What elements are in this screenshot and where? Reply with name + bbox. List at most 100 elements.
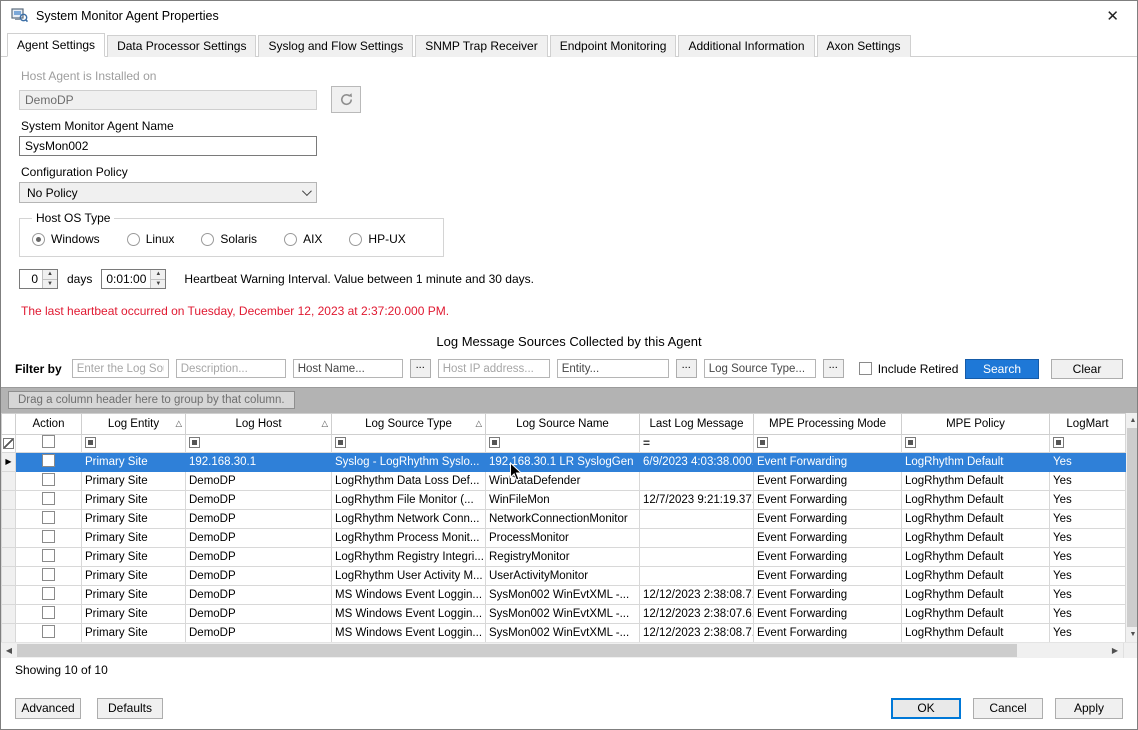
spin-down-icon[interactable]: ▼ [43, 280, 57, 289]
horizontal-scroll-track[interactable] [1017, 643, 1107, 658]
tab-endpoint-monitoring[interactable]: Endpoint Monitoring [550, 35, 677, 57]
row-checkbox[interactable] [42, 568, 55, 581]
radio-option-windows[interactable]: Windows [32, 232, 100, 246]
row-checkbox[interactable] [42, 549, 55, 562]
spin-up-icon[interactable]: ▲ [151, 270, 165, 280]
tab-data-processor-settings[interactable]: Data Processor Settings [107, 35, 256, 57]
include-retired-checkbox[interactable] [859, 362, 872, 375]
table-row[interactable]: Primary SiteDemoDPMS Windows Event Loggi… [2, 623, 1126, 642]
cancel-button[interactable]: Cancel [973, 698, 1043, 719]
table-row[interactable]: Primary SiteDemoDPLogRhythm Registry Int… [2, 547, 1126, 566]
vertical-scroll-thumb[interactable] [1127, 428, 1137, 627]
radio-option-solaris[interactable]: Solaris [201, 232, 257, 246]
row-checkbox[interactable] [42, 511, 55, 524]
entity-filter-input[interactable] [557, 359, 669, 378]
column-header-log-source-name[interactable]: Log Source Name [486, 413, 640, 434]
filter-cell-last-log-message[interactable]: = [640, 434, 754, 452]
description-filter-input[interactable] [176, 359, 286, 378]
clear-button[interactable]: Clear [1051, 359, 1123, 379]
host-ip-filter-input[interactable] [438, 359, 550, 378]
row-checkbox[interactable] [42, 587, 55, 600]
radio-option-linux[interactable]: Linux [127, 232, 175, 246]
close-icon[interactable]: ✕ [1100, 5, 1125, 27]
scroll-right-icon[interactable]: ▶ [1107, 643, 1123, 658]
column-header-mpe-policy[interactable]: MPE Policy [902, 413, 1050, 434]
column-header-logmart[interactable]: LogMart [1050, 413, 1126, 434]
vertical-scrollbar[interactable]: ▲ ▼ [1126, 413, 1137, 642]
radio-option-aix[interactable]: AIX [284, 232, 322, 246]
column-header-last-log-message[interactable]: Last Log Message [640, 413, 754, 434]
table-row[interactable]: Primary SiteDemoDPLogRhythm Data Loss De… [2, 471, 1126, 490]
table-row[interactable]: Primary SiteDemoDPLogRhythm File Monitor… [2, 490, 1126, 509]
radio-solaris-icon[interactable] [201, 233, 214, 246]
search-button[interactable]: Search [965, 359, 1039, 379]
radio-aix-icon[interactable] [284, 233, 297, 246]
horizontal-scrollbar[interactable]: ◀ ▶ [1, 642, 1137, 658]
column-header-log-entity[interactable]: Log Entity△ [82, 413, 186, 434]
tab-additional-information[interactable]: Additional Information [678, 35, 814, 57]
include-retired-option[interactable]: Include Retired [859, 362, 959, 376]
scroll-down-icon[interactable]: ▼ [1126, 627, 1137, 642]
filter-cell-log-source-type[interactable] [332, 434, 486, 452]
filter-cell-mpe-processing-mode[interactable] [754, 434, 902, 452]
log-source-filter-input[interactable] [72, 359, 169, 378]
table-row[interactable]: Primary SiteDemoDPLogRhythm Network Conn… [2, 509, 1126, 528]
agent-name-input[interactable] [19, 136, 317, 156]
column-header-label: MPE Processing Mode [769, 418, 886, 430]
column-header-action[interactable]: Action [16, 413, 82, 434]
host-name-filter-input[interactable] [293, 359, 403, 378]
spin-down-icon[interactable]: ▼ [151, 280, 165, 289]
column-header-mpe-processing-mode[interactable]: MPE Processing Mode [754, 413, 902, 434]
entity-browse-button[interactable]: ... [676, 359, 697, 378]
heartbeat-hint: Heartbeat Warning Interval. Value betwee… [184, 272, 534, 286]
table-row[interactable]: Primary SiteDemoDPMS Windows Event Loggi… [2, 604, 1126, 623]
table-row[interactable]: Primary SiteDemoDPMS Windows Event Loggi… [2, 585, 1126, 604]
log-source-type-filter-input[interactable] [704, 359, 816, 378]
table-row[interactable]: Primary SiteDemoDPLogRhythm User Activit… [2, 566, 1126, 585]
tab-agent-settings[interactable]: Agent Settings [7, 33, 105, 57]
select-all-checkbox[interactable] [42, 435, 55, 448]
radio-linux-icon[interactable] [127, 233, 140, 246]
tab-axon-settings[interactable]: Axon Settings [817, 35, 911, 57]
defaults-button[interactable]: Defaults [97, 698, 163, 719]
cell-mode: Event Forwarding [754, 490, 902, 509]
filter-cell-mpe-policy[interactable] [902, 434, 1050, 452]
filter-cell-log-host[interactable] [186, 434, 332, 452]
days-stepper[interactable]: 0 ▲▼ [19, 269, 58, 289]
row-checkbox[interactable] [42, 625, 55, 638]
filter-cell-action[interactable] [16, 434, 82, 452]
table-row[interactable]: Primary SiteDemoDPLogRhythm Process Moni… [2, 528, 1126, 547]
row-checkbox[interactable] [42, 530, 55, 543]
tab-syslog-and-flow-settings[interactable]: Syslog and Flow Settings [258, 35, 413, 57]
row-checkbox[interactable] [42, 473, 55, 486]
cell-entity: Primary Site [82, 604, 186, 623]
radio-hp-ux-icon[interactable] [349, 233, 362, 246]
apply-button[interactable]: Apply [1055, 698, 1123, 719]
filter-cell-log-entity[interactable] [82, 434, 186, 452]
host-name-browse-button[interactable]: ... [410, 359, 431, 378]
column-header-log-host[interactable]: Log Host△ [186, 413, 332, 434]
scroll-left-icon[interactable]: ◀ [1, 643, 17, 658]
filter-cell-log-source-name[interactable] [486, 434, 640, 452]
config-policy-dropdown[interactable]: No Policy [19, 182, 317, 203]
scroll-up-icon[interactable]: ▲ [1126, 413, 1137, 428]
advanced-button[interactable]: Advanced [15, 698, 81, 719]
cell-last [640, 509, 754, 528]
spin-up-icon[interactable]: ▲ [43, 270, 57, 280]
interval-stepper[interactable]: 0:01:00 ▲▼ [101, 269, 166, 289]
table-row[interactable]: ▶Primary Site192.168.30.1Syslog - LogRhy… [2, 452, 1126, 471]
row-checkbox[interactable] [42, 492, 55, 505]
ok-button[interactable]: OK [891, 698, 961, 719]
filter-cell-logmart[interactable] [1050, 434, 1126, 452]
radio-windows-icon[interactable] [32, 233, 45, 246]
refresh-agent-button[interactable] [331, 86, 361, 113]
row-checkbox[interactable] [42, 606, 55, 619]
log-source-type-browse-button[interactable]: ... [823, 359, 844, 378]
tab-snmp-trap-receiver[interactable]: SNMP Trap Receiver [415, 35, 547, 57]
radio-option-hp-ux[interactable]: HP-UX [349, 232, 405, 246]
equals-filter-icon: = [643, 436, 650, 450]
cell-last: 12/7/2023 9:21:19.37... [640, 490, 754, 509]
column-header-log-source-type[interactable]: Log Source Type△ [332, 413, 486, 434]
horizontal-scroll-thumb[interactable] [17, 644, 1017, 657]
row-checkbox[interactable] [42, 454, 55, 467]
